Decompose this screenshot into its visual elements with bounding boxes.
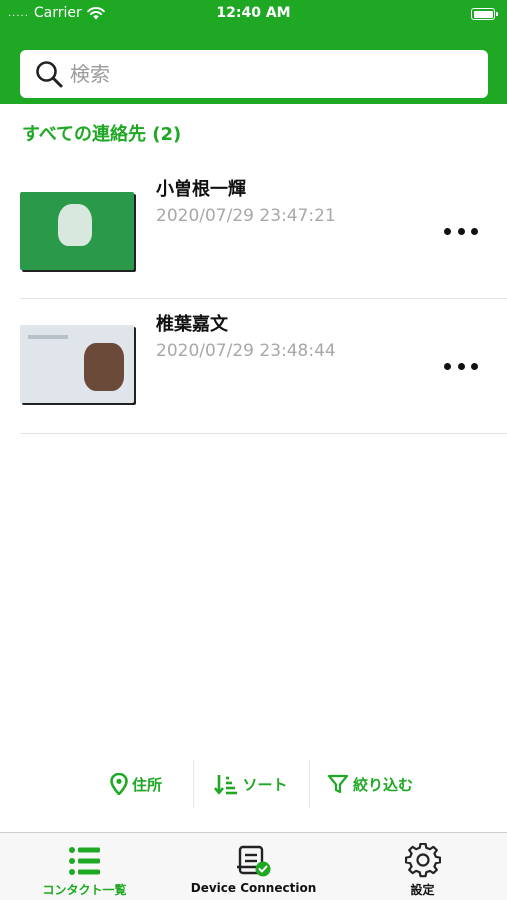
tab-bar: コンタクト一覧 Device Connection 設定 <box>0 832 507 900</box>
search-header <box>0 28 507 104</box>
card-image-detail <box>58 204 92 246</box>
search-input[interactable] <box>70 62 450 86</box>
gear-icon <box>404 843 441 878</box>
contact-name: 椎葉嘉文 <box>156 314 228 335</box>
more-dot-icon <box>471 227 478 235</box>
card-image-detail <box>84 343 124 391</box>
more-dot-icon <box>471 362 478 370</box>
more-dot-icon <box>457 227 465 235</box>
filter-narrow-label: 絞り込む <box>352 775 413 794</box>
tab-label: コンタクト一覧 <box>42 883 127 897</box>
filter-address-label: 住所 <box>131 775 162 794</box>
sort-button[interactable]: ソート <box>194 760 308 808</box>
search-box[interactable] <box>20 50 488 98</box>
sort-label: ソート <box>242 775 288 794</box>
status-bar: ..... Carrier 12:40 AM <box>0 0 507 28</box>
location-pin-icon <box>110 773 128 795</box>
more-dot-icon <box>457 362 465 370</box>
more-options-button[interactable] <box>444 359 478 373</box>
filter-bar: 住所 ソート 絞り込む <box>0 760 507 808</box>
tab-contact-list[interactable]: コンタクト一覧 <box>0 833 169 900</box>
contact-row[interactable]: 椎葉嘉文 2020/07/29 23:48:44 <box>20 299 507 434</box>
sort-icon <box>214 775 238 795</box>
more-dot-icon <box>444 227 451 235</box>
tab-label: 設定 <box>410 883 435 897</box>
section-header-all-contacts: すべての連絡先 (2) <box>22 124 182 145</box>
tab-settings[interactable]: 設定 <box>338 833 507 900</box>
contact-name: 小曽根一輝 <box>156 179 246 200</box>
search-icon <box>36 61 63 88</box>
list-icon <box>68 847 100 875</box>
contact-timestamp: 2020/07/29 23:47:21 <box>156 206 336 226</box>
tab-device-connection[interactable]: Device Connection <box>169 833 338 900</box>
device-connection-icon <box>236 845 270 877</box>
filter-funnel-icon <box>327 774 349 794</box>
status-time: 12:40 AM <box>216 5 291 21</box>
card-image-detail <box>28 335 68 339</box>
filter-narrow-button[interactable]: 絞り込む <box>310 760 430 808</box>
more-options-button[interactable] <box>444 224 478 238</box>
filter-address-button[interactable]: 住所 <box>80 760 192 808</box>
business-card-thumbnail <box>20 192 134 270</box>
more-dot-icon <box>444 362 451 370</box>
contact-timestamp: 2020/07/29 23:48:44 <box>156 341 336 361</box>
battery-icon <box>471 8 498 20</box>
business-card-thumbnail <box>20 325 134 403</box>
tab-label: Device Connection <box>190 881 317 895</box>
contact-row[interactable]: 小曽根一輝 2020/07/29 23:47:21 <box>20 164 507 299</box>
